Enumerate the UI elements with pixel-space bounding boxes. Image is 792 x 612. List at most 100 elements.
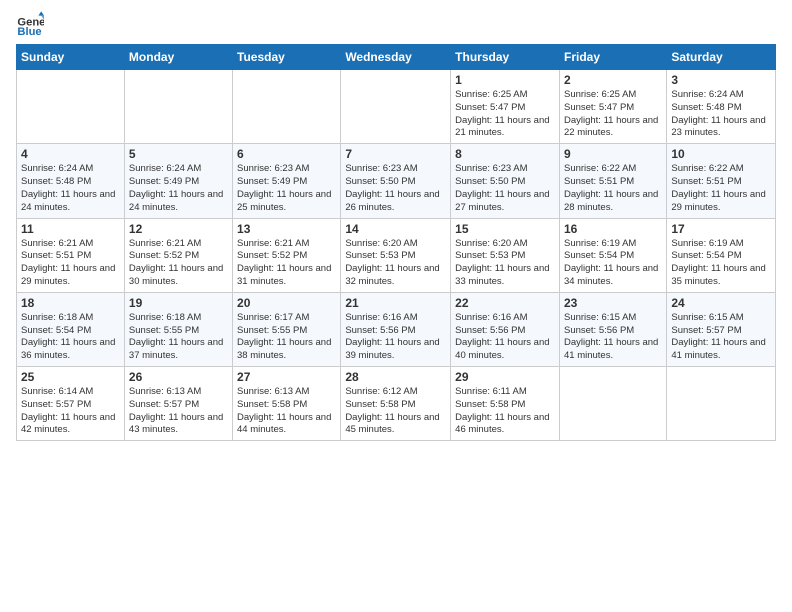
- day-info: Sunrise: 6:22 AM Sunset: 5:51 PM Dayligh…: [564, 163, 662, 214]
- day-number: 13: [237, 222, 336, 236]
- calendar-cell: 20 Sunrise: 6:17 AM Sunset: 5:55 PM Dayli…: [233, 292, 341, 366]
- col-header-sunday: Sunday: [17, 45, 125, 70]
- calendar-cell: 3 Sunrise: 6:24 AM Sunset: 5:48 PM Daylig…: [667, 70, 776, 144]
- calendar-cell: [124, 70, 232, 144]
- day-number: 29: [455, 370, 555, 384]
- day-info: Sunrise: 6:24 AM Sunset: 5:48 PM Dayligh…: [21, 163, 120, 214]
- calendar-cell: 8 Sunrise: 6:23 AM Sunset: 5:50 PM Daylig…: [451, 144, 560, 218]
- calendar-cell: [17, 70, 125, 144]
- day-info: Sunrise: 6:13 AM Sunset: 5:58 PM Dayligh…: [237, 386, 336, 437]
- day-info: Sunrise: 6:21 AM Sunset: 5:52 PM Dayligh…: [237, 238, 336, 289]
- header: General Blue: [16, 10, 776, 38]
- calendar-cell: 15 Sunrise: 6:20 AM Sunset: 5:53 PM Dayli…: [451, 218, 560, 292]
- calendar-cell: 24Sunrise: 6:15 AM Sunset: 5:57 PM Dayli…: [667, 292, 776, 366]
- col-header-wednesday: Wednesday: [341, 45, 451, 70]
- day-number: 23: [564, 296, 662, 310]
- svg-text:Blue: Blue: [17, 26, 41, 38]
- day-number: 5: [129, 147, 228, 161]
- calendar-cell: [667, 367, 776, 441]
- day-info: Sunrise: 6:23 AM Sunset: 5:49 PM Dayligh…: [237, 163, 336, 214]
- day-info: Sunrise: 6:16 AM Sunset: 5:56 PM Dayligh…: [345, 312, 446, 363]
- day-number: 21: [345, 296, 446, 310]
- calendar-cell: 14 Sunrise: 6:20 AM Sunset: 5:53 PM Dayli…: [341, 218, 451, 292]
- day-info: Sunrise: 6:20 AM Sunset: 5:53 PM Dayligh…: [455, 238, 555, 289]
- calendar-cell: 16Sunrise: 6:19 AM Sunset: 5:54 PM Dayli…: [559, 218, 666, 292]
- calendar-cell: [233, 70, 341, 144]
- calendar-cell: 23Sunrise: 6:15 AM Sunset: 5:56 PM Dayli…: [559, 292, 666, 366]
- day-info: Sunrise: 6:21 AM Sunset: 5:51 PM Dayligh…: [21, 238, 120, 289]
- day-info: Sunrise: 6:25 AM Sunset: 5:47 PM Dayligh…: [564, 89, 662, 140]
- day-info: Sunrise: 6:23 AM Sunset: 5:50 PM Dayligh…: [455, 163, 555, 214]
- day-number: 18: [21, 296, 120, 310]
- day-info: Sunrise: 6:19 AM Sunset: 5:54 PM Dayligh…: [671, 238, 771, 289]
- day-number: 20: [237, 296, 336, 310]
- calendar-week-2: 4Sunrise: 6:24 AM Sunset: 5:48 PM Daylig…: [17, 144, 776, 218]
- day-number: 11: [21, 222, 120, 236]
- calendar-cell: [341, 70, 451, 144]
- day-number: 14: [345, 222, 446, 236]
- day-number: 8: [455, 147, 555, 161]
- day-number: 1: [455, 73, 555, 87]
- calendar-table: SundayMondayTuesdayWednesdayThursdayFrid…: [16, 44, 776, 441]
- calendar-header-row: SundayMondayTuesdayWednesdayThursdayFrid…: [17, 45, 776, 70]
- calendar-cell: 7 Sunrise: 6:23 AM Sunset: 5:50 PM Daylig…: [341, 144, 451, 218]
- day-info: Sunrise: 6:12 AM Sunset: 5:58 PM Dayligh…: [345, 386, 446, 437]
- day-info: Sunrise: 6:18 AM Sunset: 5:54 PM Dayligh…: [21, 312, 120, 363]
- day-info: Sunrise: 6:21 AM Sunset: 5:52 PM Dayligh…: [129, 238, 228, 289]
- calendar-week-5: 25Sunrise: 6:14 AM Sunset: 5:57 PM Dayli…: [17, 367, 776, 441]
- calendar-cell: 26 Sunrise: 6:13 AM Sunset: 5:57 PM Dayli…: [124, 367, 232, 441]
- calendar-week-3: 11 Sunrise: 6:21 AM Sunset: 5:51 PM Dayli…: [17, 218, 776, 292]
- calendar-cell: 10 Sunrise: 6:22 AM Sunset: 5:51 PM Dayli…: [667, 144, 776, 218]
- col-header-thursday: Thursday: [451, 45, 560, 70]
- col-header-saturday: Saturday: [667, 45, 776, 70]
- calendar-week-1: 1 Sunrise: 6:25 AM Sunset: 5:47 PM Daylig…: [17, 70, 776, 144]
- day-number: 27: [237, 370, 336, 384]
- calendar-cell: 25Sunrise: 6:14 AM Sunset: 5:57 PM Dayli…: [17, 367, 125, 441]
- day-info: Sunrise: 6:22 AM Sunset: 5:51 PM Dayligh…: [671, 163, 771, 214]
- day-number: 28: [345, 370, 446, 384]
- day-info: Sunrise: 6:24 AM Sunset: 5:49 PM Dayligh…: [129, 163, 228, 214]
- day-info: Sunrise: 6:11 AM Sunset: 5:58 PM Dayligh…: [455, 386, 555, 437]
- calendar-cell: 21 Sunrise: 6:16 AM Sunset: 5:56 PM Dayli…: [341, 292, 451, 366]
- calendar-cell: 18 Sunrise: 6:18 AM Sunset: 5:54 PM Dayli…: [17, 292, 125, 366]
- day-number: 10: [671, 147, 771, 161]
- day-info: Sunrise: 6:19 AM Sunset: 5:54 PM Dayligh…: [564, 238, 662, 289]
- day-number: 19: [129, 296, 228, 310]
- day-info: Sunrise: 6:20 AM Sunset: 5:53 PM Dayligh…: [345, 238, 446, 289]
- day-info: Sunrise: 6:24 AM Sunset: 5:48 PM Dayligh…: [671, 89, 771, 140]
- day-number: 3: [671, 73, 771, 87]
- calendar-cell: [559, 367, 666, 441]
- calendar-cell: 29 Sunrise: 6:11 AM Sunset: 5:58 PM Dayli…: [451, 367, 560, 441]
- day-info: Sunrise: 6:16 AM Sunset: 5:56 PM Dayligh…: [455, 312, 555, 363]
- day-number: 7: [345, 147, 446, 161]
- logo: General Blue: [16, 10, 48, 38]
- calendar-cell: 9 Sunrise: 6:22 AM Sunset: 5:51 PM Daylig…: [559, 144, 666, 218]
- day-info: Sunrise: 6:13 AM Sunset: 5:57 PM Dayligh…: [129, 386, 228, 437]
- day-number: 6: [237, 147, 336, 161]
- day-number: 15: [455, 222, 555, 236]
- day-info: Sunrise: 6:23 AM Sunset: 5:50 PM Dayligh…: [345, 163, 446, 214]
- day-number: 22: [455, 296, 555, 310]
- day-info: Sunrise: 6:15 AM Sunset: 5:57 PM Dayligh…: [671, 312, 771, 363]
- calendar-page: General Blue SundayMondayTuesdayWednesda…: [0, 0, 792, 612]
- day-number: 25: [21, 370, 120, 384]
- calendar-cell: 6 Sunrise: 6:23 AM Sunset: 5:49 PM Daylig…: [233, 144, 341, 218]
- calendar-cell: 17 Sunrise: 6:19 AM Sunset: 5:54 PM Dayli…: [667, 218, 776, 292]
- day-number: 2: [564, 73, 662, 87]
- day-number: 17: [671, 222, 771, 236]
- calendar-cell: 13 Sunrise: 6:21 AM Sunset: 5:52 PM Dayli…: [233, 218, 341, 292]
- logo-icon: General Blue: [16, 10, 44, 38]
- day-info: Sunrise: 6:18 AM Sunset: 5:55 PM Dayligh…: [129, 312, 228, 363]
- day-number: 9: [564, 147, 662, 161]
- calendar-cell: 12 Sunrise: 6:21 AM Sunset: 5:52 PM Dayli…: [124, 218, 232, 292]
- col-header-friday: Friday: [559, 45, 666, 70]
- calendar-cell: 1Sunrise: 6:25 AM Sunset: 5:47 PM Daylig…: [451, 70, 560, 144]
- day-number: 12: [129, 222, 228, 236]
- calendar-week-4: 18 Sunrise: 6:18 AM Sunset: 5:54 PM Dayli…: [17, 292, 776, 366]
- calendar-cell: 22 Sunrise: 6:16 AM Sunset: 5:56 PM Dayli…: [451, 292, 560, 366]
- calendar-cell: 2 Sunrise: 6:25 AM Sunset: 5:47 PM Daylig…: [559, 70, 666, 144]
- col-header-monday: Monday: [124, 45, 232, 70]
- day-info: Sunrise: 6:17 AM Sunset: 5:55 PM Dayligh…: [237, 312, 336, 363]
- col-header-tuesday: Tuesday: [233, 45, 341, 70]
- day-number: 26: [129, 370, 228, 384]
